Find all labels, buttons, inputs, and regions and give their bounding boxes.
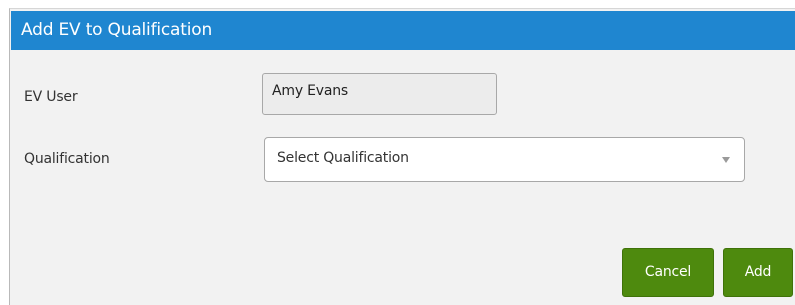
qualification-select[interactable]: Select Qualification <box>264 137 745 182</box>
dialog-title: Add EV to Qualification <box>11 11 795 50</box>
ev-user-label: EV User <box>24 89 78 105</box>
qualification-select-value: Select Qualification <box>277 150 409 166</box>
chevron-down-icon <box>722 157 730 163</box>
ev-user-field: Amy Evans <box>262 73 497 115</box>
cancel-button[interactable]: Cancel <box>622 248 714 297</box>
qualification-label: Qualification <box>24 151 110 167</box>
page: Add EV to Qualification EV User Amy Evan… <box>0 0 795 305</box>
add-button[interactable]: Add <box>723 248 793 297</box>
